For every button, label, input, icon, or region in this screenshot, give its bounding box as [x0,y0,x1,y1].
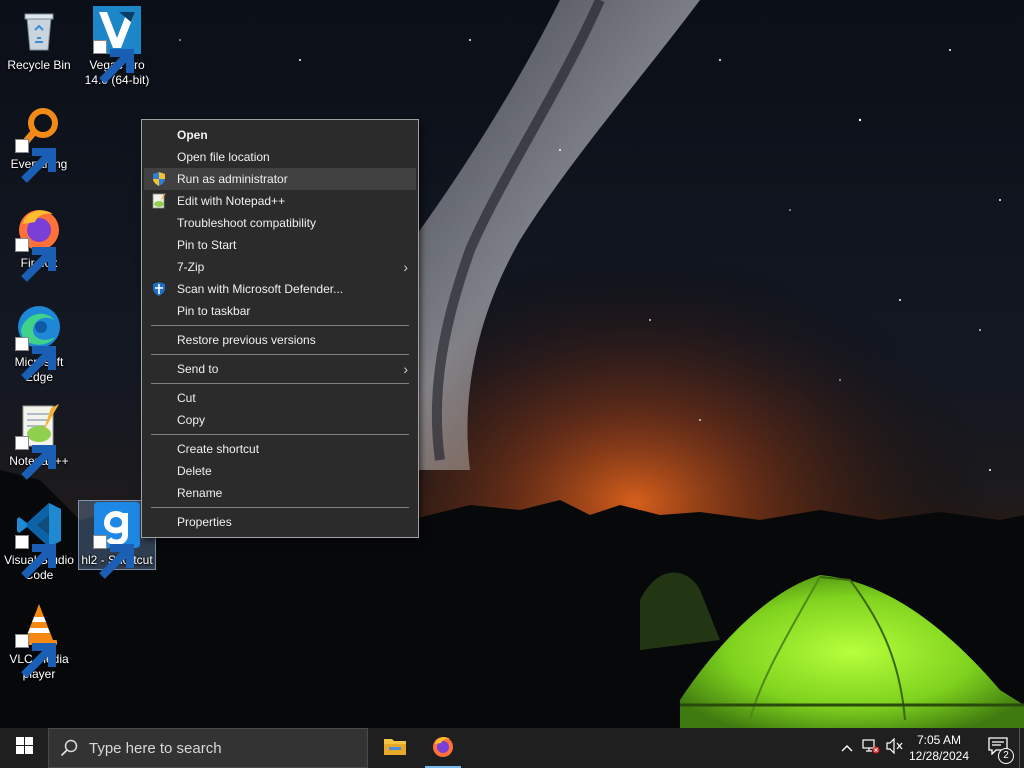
everything-search-icon [15,105,63,183]
taskbar-search-box[interactable]: Type here to search [48,728,368,768]
desktop-icon-vlc-media-player[interactable]: VLC media player [1,600,77,682]
menu-item-pin-to-start[interactable]: Pin to Start [142,234,418,256]
menu-item-create-shortcut[interactable]: Create shortcut [142,438,418,460]
menu-item-label: Create shortcut [177,442,260,456]
menu-item-run-as-administrator[interactable]: Run as administrator [144,168,416,190]
menu-item-label: Edit with Notepad++ [177,194,286,208]
tray-network[interactable] [860,728,882,768]
desktop-icon-notepad-plus-plus[interactable]: Notepad++ [1,402,77,480]
menu-item-pin-to-taskbar[interactable]: Pin to taskbar [142,300,418,322]
menu-item-label: Scan with Microsoft Defender... [177,282,344,296]
menu-item-7-zip[interactable]: 7-Zip › [142,256,418,278]
desktop-icon-microsoft-edge[interactable]: Microsoft Edge [1,303,77,385]
defender-shield-icon [151,281,167,297]
taskbar: Type here to search 7:05 AM 12/28/2024 2 [0,728,1024,768]
shortcut-arrow-icon [15,436,56,480]
shortcut-arrow-icon [15,238,56,282]
notification-count-badge: 2 [998,748,1014,764]
menu-separator [151,325,409,326]
desktop-icon-recycle-bin[interactable]: Recycle Bin [1,6,77,73]
desktop-icon-everything[interactable]: Everything [1,105,77,183]
vegas-pro-icon [93,6,141,84]
firefox-icon [431,734,455,763]
show-desktop-button[interactable] [1019,728,1024,768]
menu-item-open[interactable]: Open [142,124,418,146]
submenu-chevron-icon: › [403,259,408,275]
menu-item-rename[interactable]: Rename [142,482,418,504]
menu-item-label: Run as administrator [177,172,288,186]
taskbar-clock[interactable]: 7:05 AM 12/28/2024 [904,728,974,768]
menu-separator [151,383,409,384]
shortcut-arrow-icon [15,337,56,381]
menu-item-label: Rename [177,486,223,500]
desktop-icon-firefox[interactable]: Firefox [1,204,77,282]
menu-item-scan-with-defender[interactable]: Scan with Microsoft Defender... [142,278,418,300]
vscode-icon [15,501,63,579]
search-placeholder: Type here to search [89,739,222,757]
context-menu: Open Open file location Run as administr… [141,119,419,538]
desktop-icon-visual-studio-code[interactable]: Visual Studio Code [1,501,77,583]
chevron-up-icon [841,739,853,757]
shortcut-arrow-icon [15,634,56,678]
taskbar-firefox[interactable] [419,728,467,768]
shortcut-arrow-icon [93,535,134,579]
menu-separator [151,434,409,435]
menu-item-label: Properties [177,515,232,529]
edge-icon [15,303,63,381]
vlc-cone-icon [15,600,63,678]
menu-item-properties[interactable]: Properties [142,511,418,533]
search-icon [49,728,89,768]
garrys-mod-icon [93,501,141,579]
menu-item-label: Send to [177,362,219,376]
notepad-plus-plus-icon [15,402,63,480]
menu-item-label: Troubleshoot compatibility [177,216,316,230]
windows-logo-icon [15,737,33,759]
menu-item-label: Pin to taskbar [177,304,251,318]
menu-item-delete[interactable]: Delete [142,460,418,482]
start-button[interactable] [0,728,48,768]
recycle-bin-icon [15,6,63,54]
menu-separator [151,354,409,355]
network-disconnected-icon [862,738,880,759]
clock-time: 7:05 AM [916,733,962,747]
menu-item-label: Copy [177,413,206,427]
uac-shield-icon [151,171,167,187]
menu-item-label: Cut [177,391,196,405]
menu-item-label: Open file location [177,150,270,164]
menu-item-troubleshoot-compatibility[interactable]: Troubleshoot compatibility [142,212,418,234]
notepad-plus-plus-icon [151,193,167,209]
menu-item-label: Restore previous versions [177,333,316,347]
menu-separator [151,507,409,508]
taskbar-file-explorer[interactable] [371,728,419,768]
desktop-icon-label: Recycle Bin [7,58,71,72]
action-center-button[interactable]: 2 [978,728,1018,768]
menu-item-cut[interactable]: Cut [142,387,418,409]
desktop-icon-vegas-pro[interactable]: Vegas Pro 14.0 (64-bit) [79,6,155,88]
menu-item-copy[interactable]: Copy [142,409,418,431]
shortcut-arrow-icon [15,139,56,183]
menu-item-send-to[interactable]: Send to › [142,358,418,380]
folder-icon [383,736,407,761]
volume-muted-icon [886,737,904,759]
menu-item-label: Open [177,128,208,142]
shortcut-arrow-icon [93,40,134,84]
menu-item-restore-previous-versions[interactable]: Restore previous versions [142,329,418,351]
menu-item-open-file-location[interactable]: Open file location [142,146,418,168]
submenu-chevron-icon: › [403,361,408,377]
tray-volume[interactable] [884,728,906,768]
menu-item-label: Pin to Start [177,238,237,252]
firefox-icon [15,204,63,282]
menu-item-edit-with-notepad-plus-plus[interactable]: Edit with Notepad++ [142,190,418,212]
menu-item-label: Delete [177,464,212,478]
shortcut-arrow-icon [15,535,56,579]
menu-item-label: 7-Zip [177,260,205,274]
tray-show-hidden-icons[interactable] [837,728,857,768]
clock-date: 12/28/2024 [908,749,970,763]
